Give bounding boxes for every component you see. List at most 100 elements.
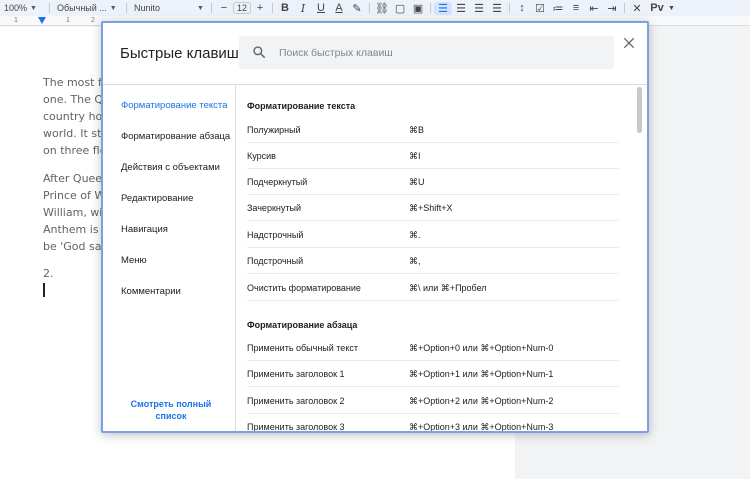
nav-item-paragraph-formatting[interactable]: Форматирование абзаца: [121, 131, 230, 142]
numbered-list-icon[interactable]: ≡: [567, 2, 585, 14]
font-size-input[interactable]: 12: [233, 2, 252, 14]
shortcut-keys: ⌘+Option+0 или ⌘+Option+Num-0: [409, 343, 554, 353]
shortcut-keys: ⌘,: [409, 256, 421, 266]
toolbar-divider: [126, 3, 127, 13]
shortcut-row: Подчеркнутый ⌘U: [247, 169, 619, 195]
document-line: After Queen: [43, 172, 110, 185]
shortcut-name: Применить заголовок 3: [247, 422, 345, 431]
shortcut-row: Применить заголовок 3 ⌘+Option+3 или ⌘+O…: [247, 414, 619, 431]
align-justify-icon[interactable]: ☰: [488, 2, 506, 15]
shortcut-row: Применить обычный текст ⌘+Option+0 или ⌘…: [247, 335, 619, 361]
nav-item-menus[interactable]: Меню: [121, 255, 147, 266]
shortcut-name: Применить обычный текст: [247, 343, 358, 353]
chevron-down-icon[interactable]: ▼: [668, 5, 675, 12]
chevron-down-icon: ▼: [109, 4, 117, 12]
align-center-icon[interactable]: ☰: [452, 2, 470, 15]
nav-item-text-formatting[interactable]: Форматирование текста: [121, 100, 227, 111]
style-select[interactable]: Обычный ... ▼: [53, 0, 123, 16]
align-left-icon[interactable]: ☰: [434, 1, 453, 15]
shortcut-row: Курсив ⌘I: [247, 143, 619, 169]
search-icon: [253, 46, 266, 59]
keyboard-shortcuts-dialog: Быстрые клавиши Форматирование текста Фо…: [101, 21, 649, 433]
shortcut-row: Зачеркнутый ⌘+Shift+X: [247, 195, 619, 221]
ruler-tick: 2: [91, 17, 95, 24]
font-size-increase-button[interactable]: +: [251, 2, 269, 14]
shortcut-name: Применить заголовок 2: [247, 396, 345, 406]
shortcut-row: Очистить форматирование ⌘\ или ⌘+Пробел: [247, 275, 619, 301]
toolbar-divider: [509, 3, 511, 13]
section-title: Форматирование текста: [247, 101, 356, 111]
close-icon[interactable]: [622, 36, 636, 50]
toolbar-divider: [49, 3, 50, 13]
view-full-list-link[interactable]: Смотреть полный список: [121, 398, 221, 422]
document-line: William, will: [43, 206, 109, 219]
text-cursor: [43, 283, 45, 297]
line-spacing-icon[interactable]: ↕: [513, 2, 531, 14]
shortcut-keys: ⌘I: [409, 151, 421, 161]
search-input[interactable]: [239, 36, 614, 69]
shortcut-row: Применить заголовок 2 ⌘+Option+2 или ⌘+O…: [247, 388, 619, 414]
shortcut-name: Курсив: [247, 151, 276, 161]
document-line: world. It sta: [43, 127, 109, 140]
text-color-button[interactable]: A: [330, 2, 348, 14]
section-title: Форматирование абзаца: [247, 320, 358, 330]
align-right-icon[interactable]: ☰: [470, 2, 488, 15]
image-icon[interactable]: ▣: [409, 2, 427, 15]
font-size-decrease-button[interactable]: −: [215, 2, 233, 14]
chevron-down-icon: ▼: [197, 4, 204, 12]
zoom-select[interactable]: 100% ▼: [0, 0, 46, 16]
shortcut-list: Форматирование текста Полужирный ⌘B Курс…: [236, 85, 647, 431]
toolbar-divider: [369, 3, 371, 13]
shortcut-keys: ⌘+Option+3 или ⌘+Option+Num-3: [409, 422, 554, 431]
toolbar-divider: [272, 3, 274, 13]
shortcut-row: Подстрочный ⌘,: [247, 248, 619, 274]
link-icon[interactable]: ⛓: [373, 2, 391, 15]
font-select[interactable]: Nunito ▼: [130, 0, 208, 16]
shortcut-keys: ⌘U: [409, 177, 425, 187]
input-tools-button[interactable]: Pv: [646, 2, 668, 14]
nav-item-comments[interactable]: Комментарии: [121, 286, 181, 297]
style-value: Обычный ...: [57, 3, 107, 13]
shortcut-name: Подстрочный: [247, 256, 304, 266]
toolbar-divider: [430, 3, 432, 13]
shortcut-name: Применить заголовок 1: [247, 369, 345, 379]
checklist-icon[interactable]: ☑: [531, 2, 549, 15]
indent-decrease-icon[interactable]: ⇤: [585, 2, 603, 15]
document-line: 2.: [43, 267, 54, 280]
indent-marker[interactable]: [38, 17, 46, 24]
shortcut-name: Полужирный: [247, 125, 301, 135]
italic-button[interactable]: I: [294, 2, 312, 15]
shortcut-keys: ⌘B: [409, 125, 425, 135]
shortcut-name: Надстрочный: [247, 230, 304, 240]
nav-item-navigation[interactable]: Навигация: [121, 224, 168, 235]
bulleted-list-icon[interactable]: ≔: [549, 2, 567, 15]
shortcut-row: Полужирный ⌘B: [247, 117, 619, 143]
shortcut-name: Очистить форматирование: [247, 283, 361, 293]
nav-item-editing[interactable]: Редактирование: [121, 193, 193, 204]
highlighter-icon[interactable]: ✎: [348, 2, 366, 15]
shortcut-keys: ⌘.: [409, 230, 421, 240]
toolbar: 100% ▼ Обычный ... ▼ Nunito ▼ − 12 + B I U …: [0, 0, 750, 16]
toolbar-divider: [211, 3, 212, 13]
nav-item-object-actions[interactable]: Действия с объектами: [121, 162, 220, 173]
toolbar-divider: [624, 3, 626, 13]
font-value: Nunito: [134, 3, 161, 13]
shortcut-row: Надстрочный ⌘.: [247, 222, 619, 248]
clear-formatting-icon[interactable]: ✕: [628, 2, 646, 15]
scrollbar-thumb[interactable]: [637, 87, 642, 133]
chevron-down-icon: ▼: [30, 4, 37, 12]
zoom-value: 100%: [4, 3, 28, 13]
shortcut-name: Подчеркнутый: [247, 177, 308, 187]
ruler-tick: 1: [66, 17, 70, 24]
shortcut-keys: ⌘+Option+1 или ⌘+Option+Num-1: [409, 369, 554, 379]
bold-button[interactable]: B: [276, 2, 294, 14]
comment-add-icon[interactable]: ▢: [391, 2, 409, 15]
shortcut-name: Зачеркнутый: [247, 203, 301, 213]
underline-button[interactable]: U: [312, 2, 330, 14]
shortcut-row: Применить заголовок 1 ⌘+Option+1 или ⌘+O…: [247, 361, 619, 387]
ruler-tick: 1: [14, 17, 18, 24]
shortcut-keys: ⌘+Option+2 или ⌘+Option+Num-2: [409, 396, 554, 406]
indent-increase-icon[interactable]: ⇥: [603, 2, 621, 15]
shortcut-keys: ⌘\ или ⌘+Пробел: [409, 283, 487, 293]
shortcut-keys: ⌘+Shift+X: [409, 203, 453, 213]
